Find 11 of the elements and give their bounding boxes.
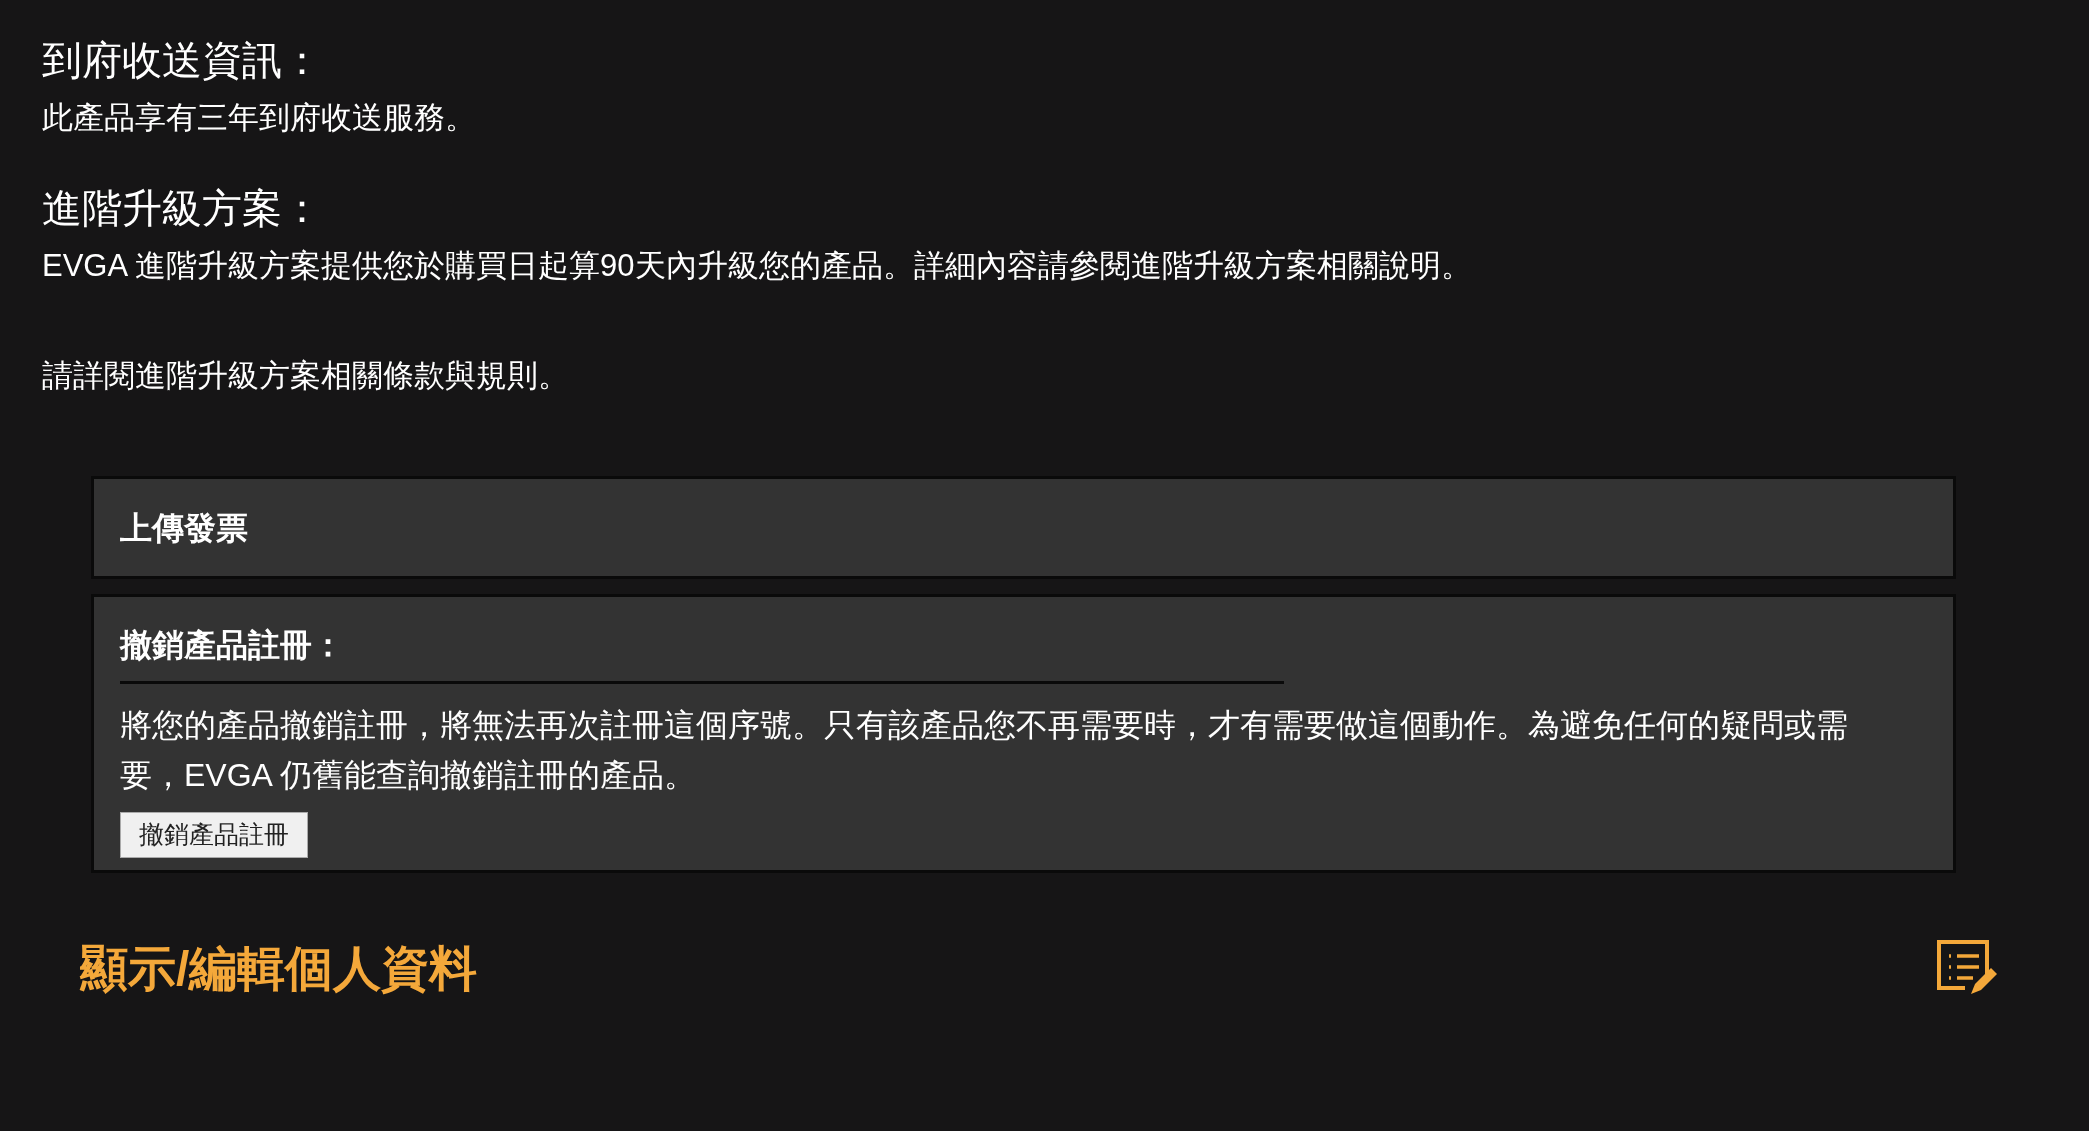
section-heading: 進階升級方案：: [42, 185, 322, 232]
panel-text: 將您的產品撤銷註冊，將無法再次註冊這個序號。只有該產品您不再需要時，才有需要做這個動作。為避免任何的疑問或需要，EVGA 仍舊能查詢撤銷註冊的產品。: [120, 706, 1849, 795]
unregister-button[interactable]: 撤銷產品註冊: [120, 812, 308, 858]
section-text: EVGA 進階升級方案提供您於購買日起算90天內升級您的產品。詳細內容請參閱進階升級方案相關說明。: [42, 247, 1472, 285]
section-text: 此產品享有三年到府收送服務。: [42, 99, 476, 137]
section-heading: 到府收送資訊：: [42, 37, 322, 84]
section-text: 請詳閱進階升級方案相關條款與規則。: [42, 357, 569, 395]
panel-title: 撤銷產品註冊：: [120, 626, 344, 665]
profile-heading[interactable]: 顯示/編輯個人資料: [80, 933, 478, 1005]
upload-invoice-panel[interactable]: 上傳發票: [91, 476, 1956, 579]
panel-title: 上傳發票: [120, 508, 248, 548]
